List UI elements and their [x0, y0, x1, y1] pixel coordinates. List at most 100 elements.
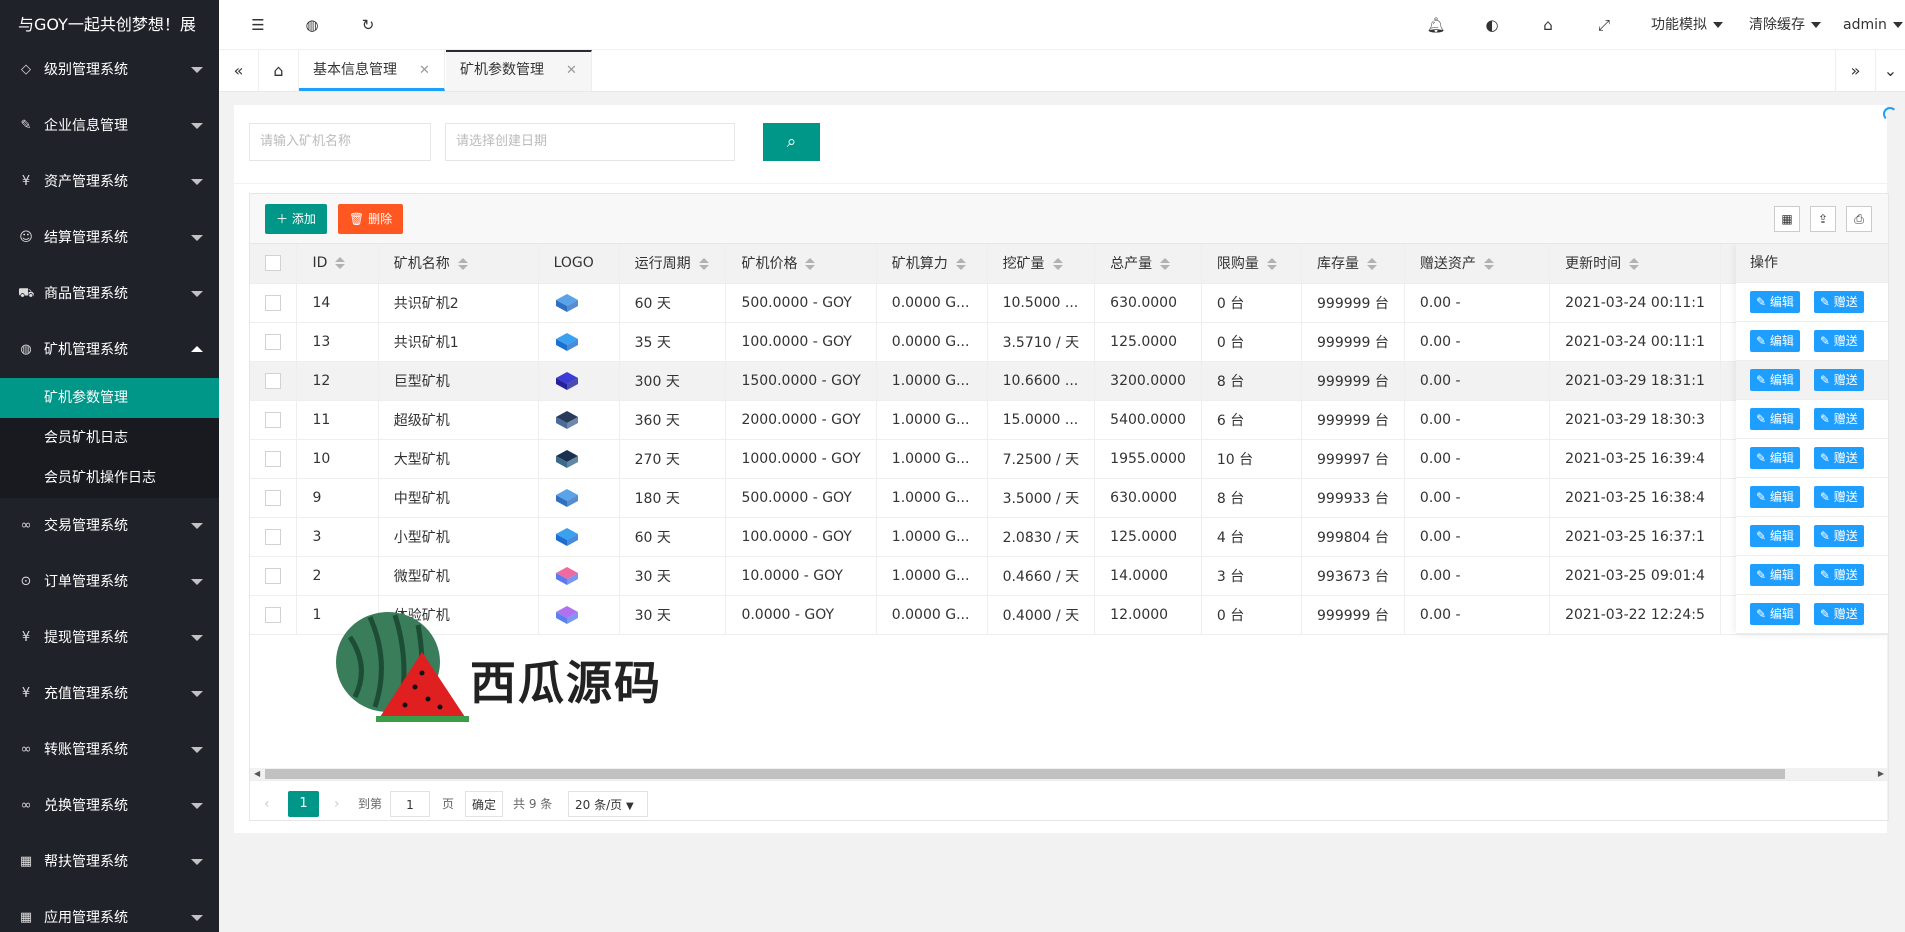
gift-button[interactable]: ✎ 赠送	[1813, 369, 1864, 391]
select-all-checkbox-cell[interactable]	[250, 244, 298, 284]
col-name[interactable]: 矿机名称	[378, 244, 539, 284]
delete-button[interactable]: 🗑︎ 删除	[338, 204, 404, 234]
create-date-input[interactable]: 请选择创建日期	[445, 123, 735, 161]
menu-fold-icon[interactable]: ☰	[247, 14, 269, 36]
refresh-icon[interactable]: ↻	[357, 14, 379, 36]
sidebar-item-withdraw[interactable]: ¥ 提现管理系统	[0, 610, 219, 666]
edit-button[interactable]: ✎ 编辑	[1750, 525, 1800, 547]
row-checkbox[interactable]	[265, 333, 281, 350]
col-cycle[interactable]: 运行周期	[619, 244, 727, 284]
home-icon[interactable]: ⌂	[259, 50, 299, 91]
col-mine[interactable]: 挖矿量	[987, 244, 1096, 284]
col-stock[interactable]: 库存量	[1301, 244, 1405, 284]
sidebar-item-goods[interactable]: ⛟ 商品管理系统	[0, 266, 219, 322]
row-checkbox-cell[interactable]	[250, 322, 298, 362]
col-price[interactable]: 矿机价格	[725, 244, 877, 284]
close-icon[interactable]: ✕	[419, 63, 430, 78]
row-checkbox-cell[interactable]	[250, 595, 298, 635]
row-checkbox-cell[interactable]	[250, 478, 298, 518]
tab-miner-params[interactable]: 矿机参数管理 ✕	[446, 50, 592, 91]
col-gift[interactable]: 赠送资产	[1404, 244, 1551, 284]
close-icon[interactable]: ✕	[566, 63, 577, 78]
row-checkbox-cell[interactable]	[250, 439, 298, 479]
sidebar-subitem-miner-params[interactable]: 矿机参数管理	[0, 378, 219, 418]
gift-button[interactable]: ✎ 赠送	[1813, 330, 1864, 352]
horizontal-scrollbar[interactable]: ◀ ▶	[250, 768, 1888, 780]
gift-button[interactable]: ✎ 赠送	[1813, 408, 1864, 430]
sidebar-item-company[interactable]: ✎ 企业信息管理	[0, 98, 219, 154]
edit-button[interactable]: ✎ 编辑	[1750, 447, 1800, 469]
sidebar-item-apps[interactable]: ▦ 应用管理系统	[0, 890, 219, 932]
col-power[interactable]: 矿机算力	[876, 244, 988, 284]
tab-options-button[interactable]: ⌄	[1875, 50, 1905, 91]
edit-button[interactable]: ✎ 编辑	[1750, 369, 1800, 391]
row-checkbox[interactable]	[265, 450, 281, 467]
columns-filter-icon[interactable]: ▦	[1774, 206, 1800, 232]
edit-button[interactable]: ✎ 编辑	[1750, 486, 1800, 508]
edit-button[interactable]: ✎ 编辑	[1750, 291, 1800, 313]
sort-icon[interactable]	[955, 258, 966, 271]
col-limit[interactable]: 限购量	[1201, 244, 1303, 284]
website-icon[interactable]: ◍	[301, 14, 323, 36]
sort-icon[interactable]	[457, 258, 468, 271]
sidebar-item-level[interactable]: ◇ 级别管理系统	[0, 42, 219, 98]
sort-icon[interactable]	[805, 258, 816, 271]
sidebar-item-transfer[interactable]: ∞ 转账管理系统	[0, 722, 219, 778]
goto-page-input[interactable]: 1	[390, 791, 430, 817]
gift-button[interactable]: ✎ 赠送	[1813, 525, 1864, 547]
row-checkbox[interactable]	[265, 606, 281, 623]
clear-cache-menu[interactable]: 清除缓存	[1749, 0, 1821, 50]
row-checkbox-cell[interactable]	[250, 283, 298, 323]
scroll-left-icon[interactable]: ◀	[254, 768, 260, 780]
sidebar-item-assets[interactable]: ¥ 资产管理系统	[0, 154, 219, 210]
edit-button[interactable]: ✎ 编辑	[1750, 330, 1800, 352]
gift-button[interactable]: ✎ 赠送	[1813, 447, 1864, 469]
row-checkbox[interactable]	[265, 372, 281, 389]
gift-button[interactable]: ✎ 赠送	[1813, 603, 1864, 625]
sidebar-item-miner[interactable]: ◍ 矿机管理系统	[0, 322, 219, 378]
sort-icon[interactable]	[1629, 258, 1640, 271]
gift-button[interactable]: ✎ 赠送	[1813, 564, 1864, 586]
user-menu[interactable]: admin	[1843, 0, 1903, 50]
sort-icon[interactable]	[1266, 258, 1277, 271]
next-page-icon[interactable]: ›	[334, 791, 340, 817]
current-page[interactable]: 1	[288, 791, 319, 817]
row-checkbox[interactable]	[265, 489, 281, 506]
row-checkbox[interactable]	[265, 411, 281, 428]
sidebar-item-order[interactable]: ⊙ 订单管理系统	[0, 554, 219, 610]
export-icon[interactable]: ⇪	[1810, 206, 1836, 232]
sidebar-subitem-miner-op-log[interactable]: 会员矿机操作日志	[0, 458, 219, 498]
col-total[interactable]: 总产量	[1094, 244, 1202, 284]
edit-button[interactable]: ✎ 编辑	[1750, 603, 1800, 625]
sort-icon[interactable]	[698, 258, 709, 271]
sidebar-item-exchange[interactable]: ∞ 兑换管理系统	[0, 778, 219, 834]
bell-icon[interactable]: 🔔︎	[1425, 14, 1447, 36]
sidebar-item-recharge[interactable]: ¥ 充值管理系统	[0, 666, 219, 722]
sort-icon[interactable]	[335, 257, 346, 270]
scrollbar-thumb[interactable]	[265, 769, 1785, 779]
scroll-right-icon[interactable]: ▶	[1878, 768, 1884, 780]
tab-basic-info[interactable]: 基本信息管理 ✕	[299, 50, 445, 91]
goto-confirm-button[interactable]: 确定	[465, 791, 503, 817]
row-checkbox-cell[interactable]	[250, 400, 298, 440]
edit-button[interactable]: ✎ 编辑	[1750, 408, 1800, 430]
row-checkbox-cell[interactable]	[250, 361, 298, 401]
tab-scroll-left-button[interactable]: «	[219, 50, 259, 91]
function-simulate-menu[interactable]: 功能模拟	[1651, 0, 1723, 50]
gift-button[interactable]: ✎ 赠送	[1813, 486, 1864, 508]
search-button[interactable]: ⌕	[763, 123, 820, 161]
add-button[interactable]: ＋ 添加	[265, 204, 327, 234]
print-icon[interactable]: ⎙	[1846, 206, 1872, 232]
sidebar-subitem-miner-log[interactable]: 会员矿机日志	[0, 418, 219, 458]
miner-name-input[interactable]: 请输入矿机名称	[249, 123, 431, 161]
col-time[interactable]: 更新时间	[1549, 244, 1721, 284]
sort-icon[interactable]	[1052, 258, 1063, 271]
fullscreen-icon[interactable]: ⤢	[1593, 14, 1615, 36]
theme-icon[interactable]: ◐	[1481, 14, 1503, 36]
col-id[interactable]: ID	[296, 244, 379, 284]
gift-button[interactable]: ✎ 赠送	[1813, 291, 1864, 313]
sidebar-item-settlement[interactable]: ☺ 结算管理系统	[0, 210, 219, 266]
prev-page-icon[interactable]: ‹	[264, 791, 270, 817]
row-checkbox[interactable]	[265, 567, 281, 584]
sidebar-item-support[interactable]: ▦ 帮扶管理系统	[0, 834, 219, 890]
